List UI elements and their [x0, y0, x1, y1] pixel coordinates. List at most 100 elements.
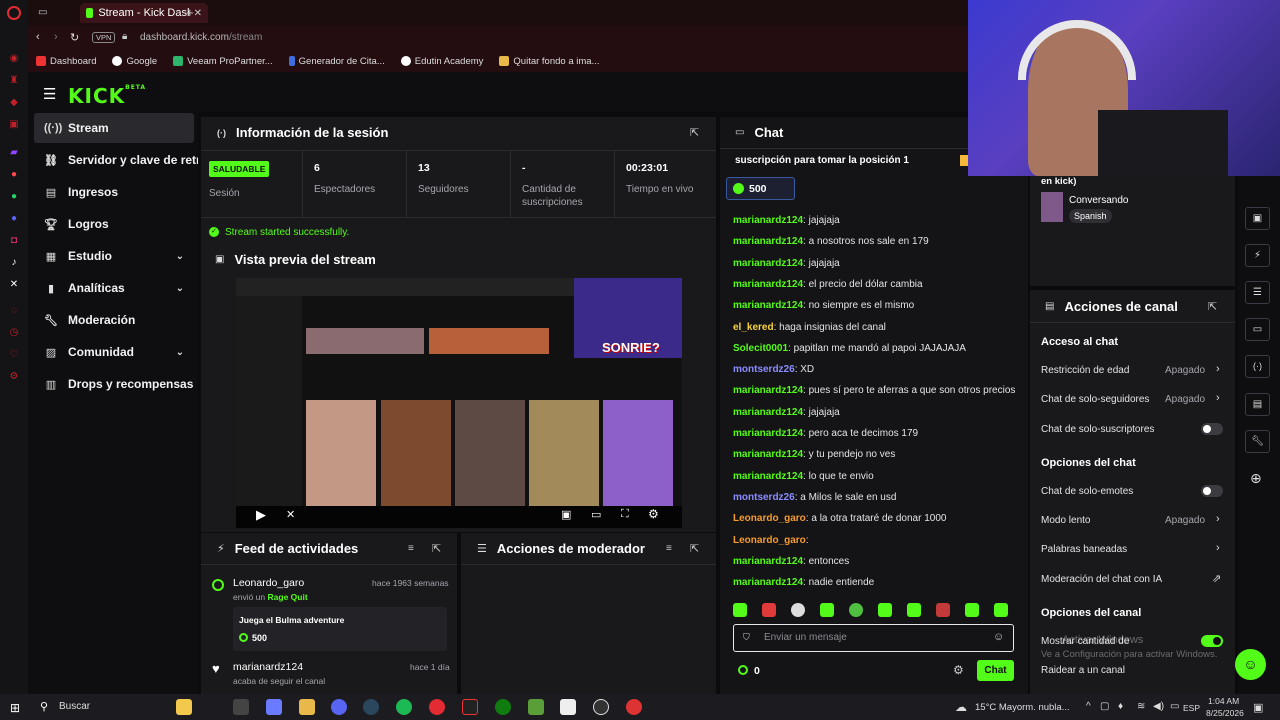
slow-mode-label[interactable]: Modo lento	[1041, 515, 1090, 526]
emote-icon[interactable]	[762, 603, 776, 617]
chevron-right-icon[interactable]: ›	[1216, 392, 1220, 404]
nav-item-logros[interactable]: 🏆︎ Logros	[34, 209, 194, 239]
followers-only-label[interactable]: Chat de solo-seguidores	[1041, 394, 1149, 405]
chat-username[interactable]: montserdz26	[733, 492, 795, 503]
fullscreen-icon[interactable]: ⛶	[621, 508, 629, 521]
age-restriction-value[interactable]: Apagado	[1165, 365, 1205, 376]
sidebar-icon-3[interactable]: ◆	[6, 94, 22, 110]
chat-username[interactable]: marianardz124	[733, 258, 803, 269]
weather-text[interactable]: 15°C Mayorm. nubla...	[975, 702, 1070, 713]
tray-chevron-icon[interactable]: ^	[1086, 701, 1091, 712]
emote-icon[interactable]	[878, 603, 892, 617]
nav-item-comunidad[interactable]: ▨ Comunidad ⌄	[34, 337, 194, 367]
chevron-right-icon[interactable]: ›	[1216, 363, 1220, 375]
forward-icon[interactable]: ›	[54, 31, 58, 43]
emote-icon[interactable]	[994, 603, 1008, 617]
chat-username[interactable]: marianardz124	[733, 215, 803, 226]
rail-channel-icon[interactable]: ▤	[1245, 393, 1270, 416]
bookmark-dashboard[interactable]: Dashboard	[36, 56, 96, 67]
mute-icon[interactable]: ✕	[286, 508, 295, 521]
chevron-right-icon[interactable]: ›	[1216, 542, 1220, 554]
chat-username[interactable]: montserdz26	[733, 364, 795, 375]
sidebar-icon-6[interactable]: ◌	[6, 302, 22, 318]
back-icon[interactable]: ‹	[36, 31, 40, 43]
tab-close-icon[interactable]: ✕	[194, 8, 202, 19]
chat-username[interactable]: marianardz124	[733, 449, 803, 460]
tray-time[interactable]: 1:04 AM	[1208, 696, 1239, 706]
theater-icon[interactable]: ▭	[591, 508, 601, 521]
rail-list-icon[interactable]: ☰	[1245, 281, 1270, 304]
filter-icon[interactable]: ≡	[408, 543, 414, 554]
bookmark-edutin[interactable]: Edutin Academy	[400, 56, 483, 67]
copilot-icon[interactable]	[266, 699, 282, 715]
tray-mic-icon[interactable]: ♦	[1118, 701, 1123, 712]
chat-username[interactable]: marianardz124	[733, 428, 803, 439]
nav-item-stream[interactable]: ((·)) Stream	[34, 113, 194, 143]
chat-username[interactable]: Leonardo_garo	[733, 513, 806, 524]
url-field[interactable]: dashboard.kick.com/stream	[140, 32, 262, 43]
emote-icon[interactable]	[907, 603, 921, 617]
reload-icon[interactable]: ↻	[70, 31, 79, 44]
x-icon[interactable]: ✕	[6, 276, 22, 292]
tray-volume-icon[interactable]: ◀)	[1153, 701, 1164, 712]
support-chat-icon[interactable]: ☺	[1235, 649, 1266, 680]
tray-battery-icon[interactable]: ▭	[1170, 701, 1179, 712]
taskview-icon[interactable]	[233, 699, 249, 715]
rail-wrench-icon[interactable]: 🔧︎	[1245, 430, 1270, 453]
xbox-icon[interactable]	[495, 699, 511, 715]
emoji-picker-icon[interactable]: ☺	[993, 631, 1004, 643]
ai-moderation-label[interactable]: Moderación del chat con IA	[1041, 574, 1162, 585]
popout-icon[interactable]: ⇱	[690, 542, 699, 555]
chat-username[interactable]: marianardz124	[733, 556, 803, 567]
popout-icon[interactable]: ⇱	[690, 126, 699, 139]
chat-send-button[interactable]: Chat	[977, 660, 1014, 681]
chat-username[interactable]: el_kered	[733, 322, 774, 333]
activity-user[interactable]: Leonardo_garo	[233, 577, 304, 589]
miniplayer-icon[interactable]: ▣	[561, 508, 571, 521]
obs-icon[interactable]	[593, 699, 609, 715]
rail-video-icon[interactable]: ▣	[1245, 207, 1270, 230]
chat-username[interactable]: marianardz124	[733, 279, 803, 290]
opera-logo-icon[interactable]	[7, 6, 21, 20]
sidebar-icon-9[interactable]: ⚙	[6, 368, 22, 384]
nav-item-ingresos[interactable]: ▤ Ingresos	[34, 177, 194, 207]
twitch-icon[interactable]: ▰	[6, 144, 22, 160]
sidebar-icon-4[interactable]: ▣	[6, 116, 22, 132]
emote-icon[interactable]	[820, 603, 834, 617]
nav-item-estudio[interactable]: ▦ Estudio ⌄	[34, 241, 194, 271]
tray-date[interactable]: 8/25/2026	[1206, 708, 1244, 718]
category-title[interactable]: Conversando	[1069, 195, 1128, 206]
chat-username[interactable]: Leonardo_garo	[733, 535, 806, 546]
chat-username[interactable]: marianardz124	[733, 407, 803, 418]
followers-only-value[interactable]: Apagado	[1165, 394, 1205, 405]
sidebar-icon-7[interactable]: ◷	[6, 324, 22, 340]
chrome-icon[interactable]	[626, 699, 642, 715]
age-restriction-label[interactable]: Restricción de edad	[1041, 365, 1129, 376]
bookmark-generador[interactable]: Generador de Cita...	[288, 56, 385, 67]
rail-chat-icon[interactable]: ▭	[1245, 318, 1270, 341]
slow-mode-value[interactable]: Apagado	[1165, 515, 1205, 526]
nav-item-drops[interactable]: ▥ Drops y recompensas	[34, 369, 194, 399]
chat-username[interactable]: marianardz124	[733, 471, 803, 482]
popout-icon[interactable]: ⇱	[432, 542, 441, 555]
subs-only-toggle[interactable]	[1201, 423, 1223, 435]
rail-broadcast-icon[interactable]: (·)	[1245, 355, 1270, 378]
activity-user[interactable]: marianardz124	[233, 661, 303, 673]
sidebar-icon-8[interactable]: ♡	[6, 346, 22, 362]
tiktok-icon[interactable]: ♪	[6, 254, 22, 270]
chat-username[interactable]: marianardz124	[733, 385, 803, 396]
external-link-icon[interactable]: ⇗	[1212, 572, 1221, 585]
spotify-icon[interactable]	[396, 699, 412, 715]
steam-icon[interactable]	[363, 699, 379, 715]
discord-icon[interactable]	[331, 699, 347, 715]
vpn-badge[interactable]: VPN	[92, 32, 116, 43]
notification-icon[interactable]: ▣	[1253, 701, 1263, 714]
raid-label[interactable]: Raidear a un canal	[1041, 665, 1125, 676]
taskbar-search-icon[interactable]: ⚲	[40, 700, 48, 713]
opera-icon[interactable]	[429, 699, 445, 715]
tab-menu-icon[interactable]: ▭	[38, 7, 47, 18]
emotes-only-toggle[interactable]	[1201, 485, 1223, 497]
hamburger-menu-icon[interactable]: ☰	[43, 85, 56, 103]
bookmark-google[interactable]: Google	[112, 56, 157, 67]
stream-video-player[interactable]: SONRIE? ▶ ✕ ▣ ▭ ⛶ ⚙	[236, 278, 682, 528]
